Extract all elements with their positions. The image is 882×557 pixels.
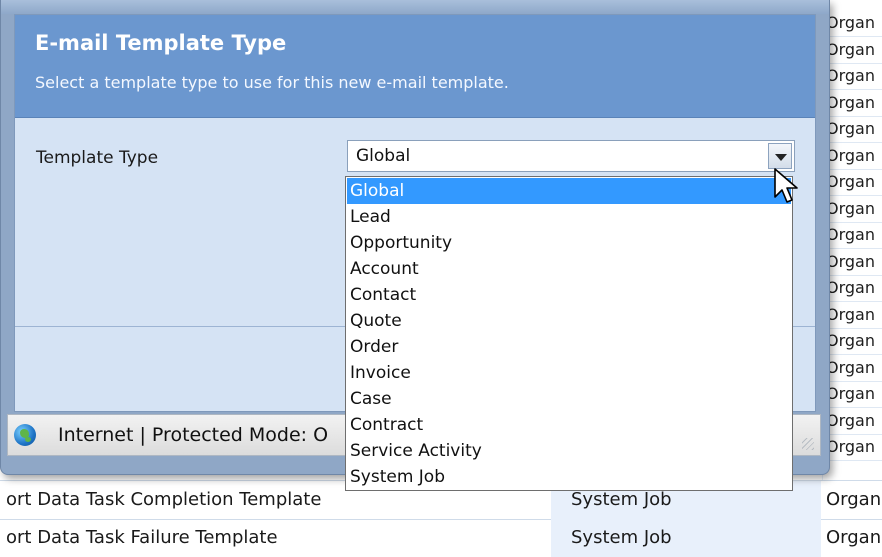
organization-cell: Organ [826, 302, 882, 329]
dropdown-option-contract[interactable]: Contract [347, 412, 791, 438]
template-owner: Organ [826, 489, 882, 510]
resize-grip-icon[interactable] [802, 438, 814, 450]
organization-cell: Organ [826, 381, 882, 408]
table-row[interactable]: ort Data Task Failure Template System Jo… [0, 519, 882, 557]
dropdown-option-contact[interactable]: Contact [347, 282, 791, 308]
dropdown-option-invoice[interactable]: Invoice [347, 360, 791, 386]
organization-cell: Organ [826, 10, 882, 37]
template-name: ort Data Task Failure Template [6, 527, 278, 548]
chevron-down-icon[interactable] [768, 143, 792, 169]
template-type-label: Template Type [36, 148, 159, 168]
dropdown-option-global[interactable]: Global [347, 178, 791, 204]
organization-cell: Organ [826, 249, 882, 276]
organization-cell: Organ [826, 90, 882, 117]
dialog-title: E-mail Template Type [35, 31, 287, 55]
organization-cell: Organ [826, 222, 882, 249]
template-type-select[interactable]: Global [347, 140, 795, 172]
organization-cell: Organ [826, 328, 882, 355]
organization-cell: Organ [826, 408, 882, 435]
template-type: System Job [551, 519, 821, 557]
organization-cell: Organ [826, 63, 882, 90]
organization-cell: Organ [826, 143, 882, 170]
dropdown-option-opportunity[interactable]: Opportunity [347, 230, 791, 256]
dialog-subtitle: Select a template type to use for this n… [35, 73, 509, 92]
dropdown-option-lead[interactable]: Lead [347, 204, 791, 230]
template-owner: Organ [826, 527, 882, 548]
select-value: Global [356, 146, 411, 166]
dialog-header: E-mail Template Type Select a template t… [15, 15, 815, 118]
dropdown-option-account[interactable]: Account [347, 256, 791, 282]
dropdown-option-system-job[interactable]: System Job [347, 464, 791, 490]
dropdown-option-case[interactable]: Case [347, 386, 791, 412]
mouse-pointer-icon [774, 168, 798, 203]
organization-cell: Organ [826, 355, 882, 382]
dropdown-option-quote[interactable]: Quote [347, 308, 791, 334]
window-frame [1, 0, 829, 14]
organization-cell: Organ [826, 116, 882, 143]
dropdown-option-service-activity[interactable]: Service Activity [347, 438, 791, 464]
organization-cell: Organ [826, 37, 882, 64]
security-zone-text[interactable]: Internet | Protected Mode: O [58, 424, 328, 446]
organization-cell: Organ [826, 434, 882, 461]
template-type-dropdown-list: Global Lead Opportunity Account Contact … [345, 176, 793, 491]
organization-cell: Organ [826, 196, 882, 223]
globe-icon [14, 424, 36, 446]
organization-cell: Organ [826, 275, 882, 302]
organization-cell: Organ [826, 169, 882, 196]
dropdown-option-order[interactable]: Order [347, 334, 791, 360]
